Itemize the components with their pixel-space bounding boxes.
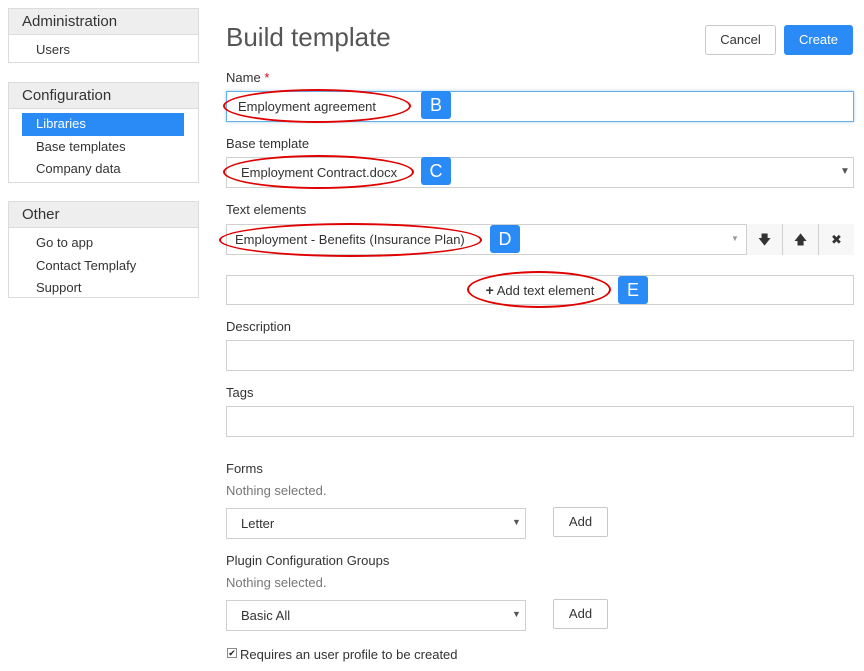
forms-select[interactable]: Letter: [226, 508, 526, 539]
plugin-groups-add-button[interactable]: Add: [553, 599, 608, 629]
annotation-ellipse-e: [467, 271, 611, 308]
move-up-button[interactable]: 🡅: [782, 224, 818, 255]
forms-add-button[interactable]: Add: [553, 507, 608, 537]
chevron-down-icon: ▼: [840, 166, 850, 177]
forms-status: Nothing selected.: [226, 483, 327, 498]
create-button[interactable]: Create: [784, 25, 853, 55]
other-heading: Other: [9, 202, 198, 228]
arrow-up-icon: 🡅: [793, 232, 808, 247]
administration-panel: Administration Users: [8, 8, 199, 63]
remove-button[interactable]: ✖: [818, 224, 854, 255]
tags-label: Tags: [226, 385, 254, 400]
sidebar-item-base-templates[interactable]: Base templates: [22, 136, 184, 159]
chevron-down-icon: ▼: [731, 234, 739, 243]
text-elements-label: Text elements: [226, 202, 307, 217]
annotation-marker-d: D: [490, 225, 520, 253]
annotation-marker-e: E: [618, 276, 648, 304]
description-input[interactable]: [226, 340, 854, 371]
base-template-label: Base template: [226, 136, 310, 151]
user-profile-label: Requires an user profile to be created: [240, 647, 458, 662]
chevron-down-icon: ▼: [512, 609, 521, 619]
tags-input[interactable]: [226, 406, 854, 437]
name-label: Name *: [226, 70, 269, 85]
page-title: Build template: [226, 22, 391, 52]
forms-label: Forms: [226, 461, 263, 476]
plugin-groups-status: Nothing selected.: [226, 575, 327, 590]
annotation-ellipse-c: [223, 155, 414, 189]
annotation-marker-b: B: [421, 91, 451, 119]
plugin-groups-label: Plugin Configuration Groups: [226, 553, 390, 568]
annotation-ellipse-b: [223, 89, 411, 123]
configuration-panel: Configuration Libraries Base templates C…: [8, 82, 199, 183]
other-panel: Other Go to app Contact Templafy Support: [8, 201, 199, 298]
sidebar-item-support[interactable]: Support: [22, 277, 184, 300]
plugin-groups-select[interactable]: Basic All: [226, 600, 526, 631]
required-mark: *: [264, 70, 270, 85]
description-label: Description: [226, 319, 292, 334]
configuration-heading: Configuration: [9, 83, 198, 109]
administration-heading: Administration: [9, 9, 198, 35]
annotation-marker-c: C: [421, 157, 451, 185]
check-icon: ✔: [228, 648, 236, 658]
annotation-ellipse-d: [219, 223, 482, 257]
sidebar-item-libraries[interactable]: Libraries: [22, 113, 184, 136]
sidebar-item-company-data[interactable]: Company data: [22, 158, 184, 181]
close-icon: ✖: [831, 232, 842, 247]
sidebar-item-users[interactable]: Users: [22, 39, 184, 62]
move-down-button[interactable]: 🡇: [746, 224, 782, 255]
sidebar-item-go-to-app[interactable]: Go to app: [22, 232, 184, 255]
arrow-down-icon: 🡇: [757, 232, 772, 247]
cancel-button[interactable]: Cancel: [705, 25, 776, 55]
sidebar-item-contact-templafy[interactable]: Contact Templafy: [22, 255, 184, 278]
name-label-text: Name: [226, 70, 261, 85]
user-profile-checkbox[interactable]: ✔: [227, 648, 237, 658]
chevron-down-icon: ▼: [512, 517, 521, 527]
